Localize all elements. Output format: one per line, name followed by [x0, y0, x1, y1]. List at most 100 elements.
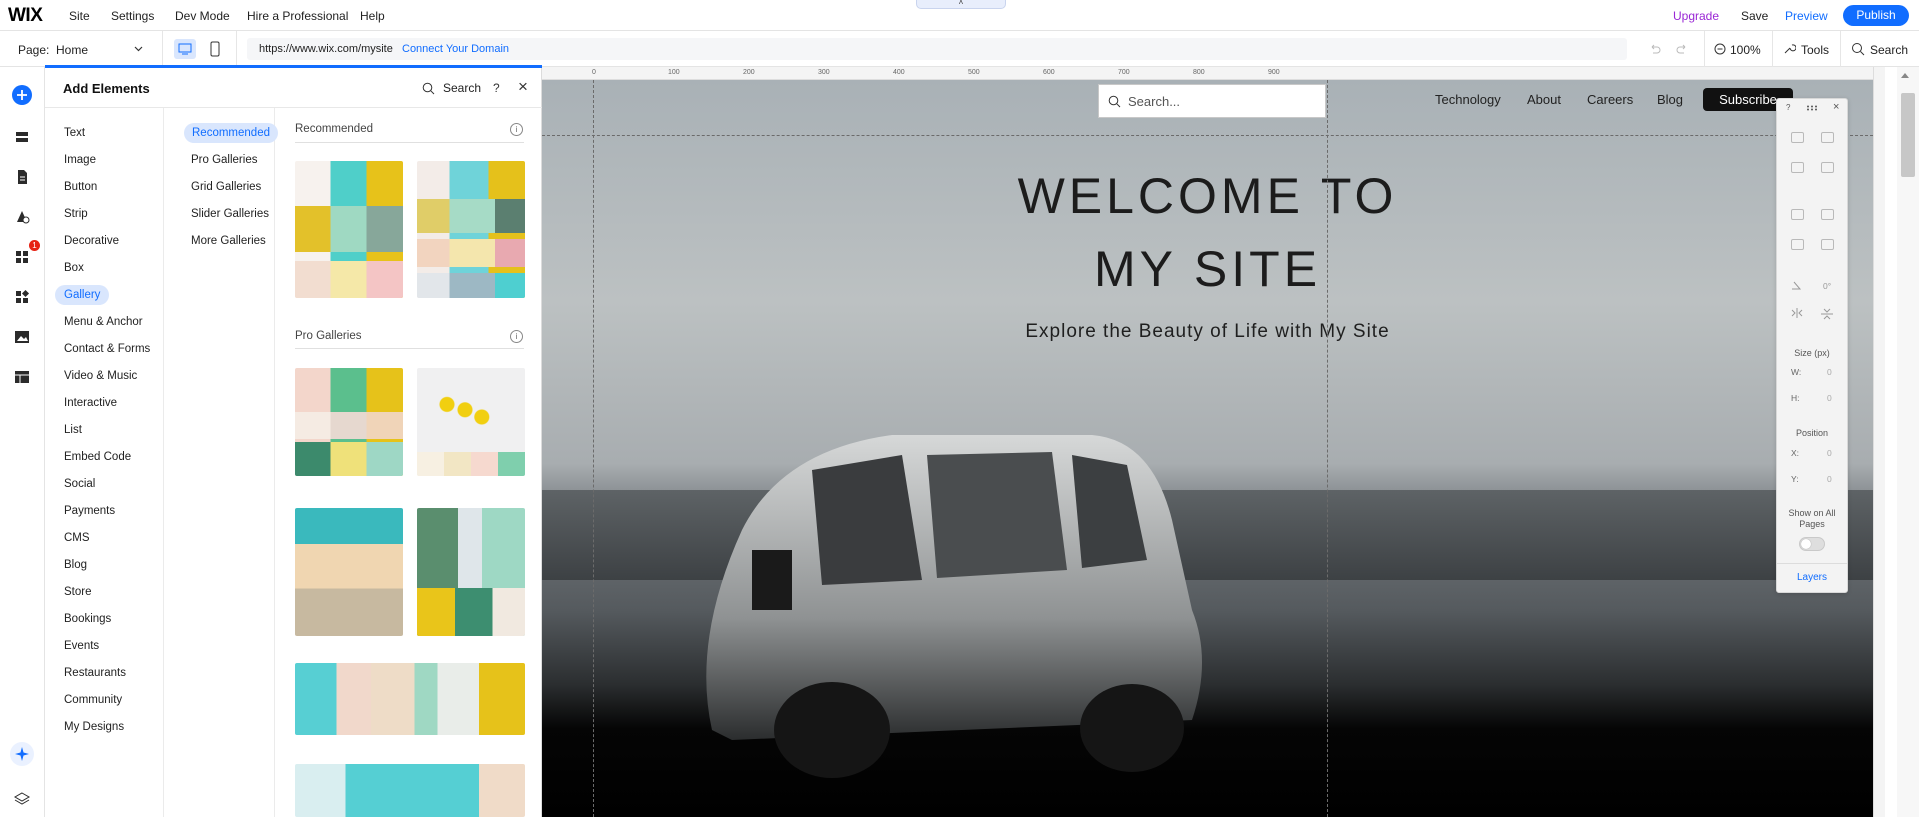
publish-button[interactable]: Publish — [1843, 5, 1909, 26]
toolbar-pull-tab[interactable]: ˄ — [916, 0, 1006, 9]
nav-technology[interactable]: Technology — [1435, 92, 1501, 107]
wix-logo[interactable]: WIX — [8, 5, 43, 27]
panel-search-button[interactable]: Search — [443, 81, 481, 95]
design-icon[interactable] — [13, 208, 31, 226]
category-contact-forms[interactable]: Contact & Forms — [64, 343, 150, 355]
menu-settings[interactable]: Settings — [111, 9, 154, 23]
category-decorative[interactable]: Decorative — [64, 235, 119, 247]
flip-horizontal-icon[interactable] — [1790, 308, 1804, 318]
ai-assistant-button[interactable] — [10, 742, 34, 766]
subcategory-pro-galleries[interactable]: Pro Galleries — [191, 154, 257, 166]
menu-dev-mode[interactable]: Dev Mode — [175, 9, 230, 23]
category-button[interactable]: Button — [64, 181, 97, 193]
canvas-scrollbar[interactable] — [1897, 67, 1919, 817]
panel-close-button[interactable]: × — [518, 77, 528, 97]
category-image[interactable]: Image — [64, 154, 96, 166]
layers-button[interactable]: Layers — [1777, 572, 1847, 583]
hero-headline-line2[interactable]: MY SITE — [542, 240, 1873, 298]
gallery-thumbnail-pro-desert[interactable] — [295, 508, 403, 636]
subcategory-recommended[interactable]: Recommended — [184, 123, 278, 143]
save-button[interactable]: Save — [1741, 9, 1768, 23]
gallery-thumbnail-pro-wide[interactable] — [295, 764, 525, 817]
subcategory-grid-galleries[interactable]: Grid Galleries — [191, 181, 261, 193]
site-canvas[interactable]: WELCOME TO MY SITE Explore the Beauty of… — [542, 80, 1873, 817]
layers-icon[interactable] — [13, 790, 31, 808]
category-menu-anchor[interactable]: Menu & Anchor — [64, 316, 143, 328]
sections-icon[interactable] — [13, 128, 31, 146]
flip-vertical-icon[interactable] — [1820, 308, 1834, 320]
category-interactive[interactable]: Interactive — [64, 397, 117, 409]
gallery-thumbnail-pro-mosaic[interactable] — [417, 508, 525, 636]
distribute-icon[interactable] — [1791, 239, 1804, 250]
gallery-thumbnail-masonry[interactable] — [417, 161, 525, 298]
redo-icon[interactable] — [1675, 42, 1689, 56]
business-icon[interactable] — [13, 288, 31, 306]
category-social[interactable]: Social — [64, 478, 95, 490]
subcategory-more-galleries[interactable]: More Galleries — [191, 235, 266, 247]
copy-icon[interactable] — [1791, 132, 1804, 143]
category-list[interactable]: List — [64, 424, 82, 436]
pages-icon[interactable] — [13, 168, 31, 186]
desktop-view-button[interactable] — [174, 39, 196, 59]
apps-icon[interactable] — [13, 248, 31, 266]
inspector-close[interactable]: × — [1833, 101, 1839, 113]
scrollbar-thumb[interactable] — [1901, 93, 1915, 177]
category-text[interactable]: Text — [64, 127, 85, 139]
drag-handle-icon[interactable] — [1806, 105, 1820, 111]
category-video-music[interactable]: Video & Music — [64, 370, 137, 382]
page-selector[interactable]: Home — [56, 43, 88, 57]
scroll-up-arrow[interactable] — [1901, 73, 1909, 78]
chevron-down-icon[interactable] — [134, 46, 143, 52]
arrange-icon[interactable] — [1791, 209, 1804, 220]
zoom-level[interactable]: 100% — [1730, 43, 1761, 57]
hero-subheadline[interactable]: Explore the Beauty of Life with My Site — [542, 321, 1873, 343]
category-my-designs[interactable]: My Designs — [64, 721, 124, 733]
gallery-thumbnail-pro-slider[interactable] — [295, 663, 525, 735]
width-value[interactable]: 0 — [1827, 367, 1832, 377]
category-embed-code[interactable]: Embed Code — [64, 451, 131, 463]
y-value[interactable]: 0 — [1827, 474, 1832, 484]
info-icon[interactable]: i — [510, 123, 523, 136]
menu-help[interactable]: Help — [360, 9, 385, 23]
hero-headline-line1[interactable]: WELCOME TO — [542, 167, 1873, 225]
rotation-value[interactable]: 0° — [1823, 281, 1831, 291]
category-events[interactable]: Events — [64, 640, 99, 652]
site-search-box[interactable]: Search... — [1098, 84, 1326, 118]
rotate-icon[interactable] — [1790, 279, 1802, 291]
paste-icon[interactable] — [1821, 132, 1834, 143]
subcategory-slider-galleries[interactable]: Slider Galleries — [191, 208, 269, 220]
show-on-all-pages-toggle[interactable] — [1799, 537, 1825, 551]
undo-icon[interactable] — [1648, 42, 1662, 56]
category-bookings[interactable]: Bookings — [64, 613, 111, 625]
category-blog[interactable]: Blog — [64, 559, 87, 571]
connect-domain-link[interactable]: Connect Your Domain — [402, 43, 509, 55]
category-cms[interactable]: CMS — [64, 532, 90, 544]
match-size-icon[interactable] — [1821, 239, 1834, 250]
height-value[interactable]: 0 — [1827, 393, 1832, 403]
media-icon[interactable] — [13, 328, 31, 346]
category-restaurants[interactable]: Restaurants — [64, 667, 126, 679]
inspector-help[interactable]: ? — [1786, 103, 1790, 112]
gallery-thumbnail-pro-lemons[interactable] — [417, 368, 525, 476]
menu-hire-professional[interactable]: Hire a Professional — [247, 9, 348, 23]
category-store[interactable]: Store — [64, 586, 92, 598]
duplicate-icon[interactable] — [1791, 162, 1804, 173]
tools-button[interactable]: Tools — [1801, 43, 1829, 57]
nav-careers[interactable]: Careers — [1587, 92, 1633, 107]
add-elements-button[interactable] — [12, 85, 32, 105]
x-value[interactable]: 0 — [1827, 448, 1832, 458]
gallery-thumbnail-pro-collage[interactable] — [295, 368, 403, 476]
info-icon[interactable]: i — [510, 330, 523, 343]
search-button[interactable]: Search — [1870, 43, 1908, 57]
mobile-icon[interactable] — [206, 40, 224, 58]
category-box[interactable]: Box — [64, 262, 84, 274]
preview-button[interactable]: Preview — [1785, 9, 1828, 23]
delete-icon[interactable] — [1821, 162, 1834, 173]
panel-help-button[interactable]: ? — [493, 81, 500, 95]
align-icon[interactable] — [1821, 209, 1834, 220]
category-gallery[interactable]: Gallery — [55, 285, 110, 305]
cms-icon[interactable] — [13, 368, 31, 386]
category-payments[interactable]: Payments — [64, 505, 115, 517]
upgrade-link[interactable]: Upgrade — [1673, 9, 1719, 23]
gallery-thumbnail-grid-captions[interactable] — [295, 161, 403, 298]
